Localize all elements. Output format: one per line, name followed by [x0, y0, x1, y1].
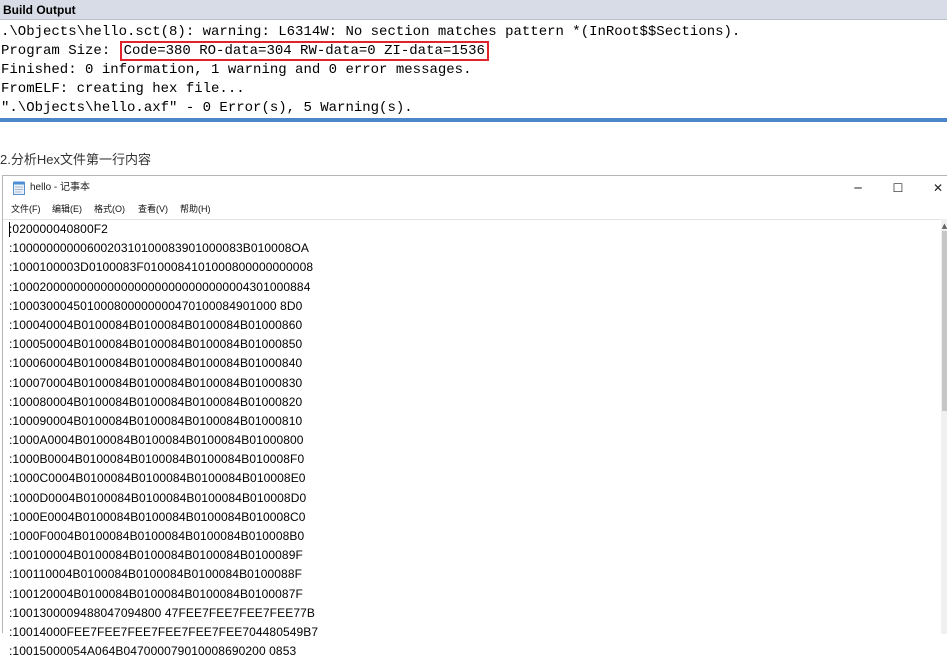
hex-line: :1000A0004B0100084B0100084B0100084B01000…	[9, 433, 304, 448]
hex-line: :100070004B0100084B0100084B0100084B01000…	[9, 375, 303, 390]
hex-line: :1000100003D0100083F01000841010008000000…	[9, 260, 314, 275]
menu-help[interactable]: 帮助(H)	[180, 203, 211, 216]
scrollbar-thumb[interactable]	[942, 231, 947, 411]
hex-line: :1000000000060020310100083901000083B0100…	[9, 241, 310, 256]
hex-line: :100030004501000800000000470100084901000…	[9, 298, 303, 313]
minimize-button[interactable]: ─	[838, 176, 878, 200]
hex-content: :020000040800F2 :100000000006002031010008…	[9, 220, 318, 661]
hex-line: :1000C0004B0100084B0100084B0100084B01000…	[9, 471, 306, 486]
program-size-highlight: Code=380 RO-data=304 RW-data=0 ZI-data=1…	[119, 41, 489, 61]
menu-edit[interactable]: 编辑(E)	[52, 203, 82, 216]
hex-line: :1000E0004B0100084B0100084B0100084B01000…	[9, 509, 306, 524]
hex-line: :100100004B0100084B0100084B0100084B01000…	[9, 548, 303, 563]
build-output-panel: Build Output .\Objects\hello.sct(8): war…	[0, 0, 947, 124]
build-log-line-program-size: Program Size: Code=380 RO-data=304 RW-da…	[0, 41, 947, 61]
hex-line: :1000B0004B0100084B0100084B0100084B01000…	[9, 452, 305, 467]
menu-view[interactable]: 查看(V)	[138, 203, 168, 216]
build-log-line: Finished: 0 information, 1 warning and 0…	[1, 62, 472, 78]
build-output-border	[0, 118, 947, 122]
hex-line: :020000040800F2	[9, 222, 108, 236]
menu-file[interactable]: 文件(F)	[11, 203, 41, 216]
build-log-line: ".\Objects\hello.axf" - 0 Error(s), 5 Wa…	[1, 100, 413, 116]
hex-line: :100080004B0100084B0100084B0100084B01000…	[9, 394, 303, 409]
maximize-button[interactable]: ☐	[878, 176, 918, 200]
notepad-text-area[interactable]: :020000040800F2 :100000000006002031010008…	[3, 219, 941, 658]
notepad-window: hello - 记事本 ─ ☐ ✕ 文件(F) 编辑(E) 格式(O) 查看(V…	[2, 175, 947, 658]
build-log-line: FromELF: creating hex file...	[1, 81, 245, 97]
notepad-titlebar[interactable]: hello - 记事本 ─ ☐ ✕	[3, 176, 947, 200]
notepad-icon	[13, 181, 25, 195]
program-size-label: Program Size:	[1, 43, 119, 59]
notepad-title: hello - 记事本	[30, 182, 91, 193]
vertical-scrollbar[interactable]: ▲	[941, 219, 947, 634]
hex-line: :100060004B0100084B0100084B0100084B01000…	[9, 356, 303, 371]
hex-line: :10015000054A064B047000079010008690200 0…	[9, 644, 297, 659]
hex-line: :100020000000000000000000000000000043010…	[9, 279, 311, 294]
hex-line: :1001300009488047094800 47FEE7FEE7FEE7FE…	[9, 605, 315, 620]
hex-line: :100050004B0100084B0100084B0100084B01000…	[9, 337, 303, 352]
notepad-menubar: 文件(F) 编辑(E) 格式(O) 查看(V) 帮助(H)	[3, 200, 947, 219]
hex-line: :100120004B0100084B0100084B0100084B01000…	[9, 586, 303, 601]
build-output-title: Build Output	[0, 0, 947, 20]
scroll-up-arrow-icon[interactable]: ▲	[941, 221, 947, 231]
menu-format[interactable]: 格式(O)	[94, 203, 125, 216]
hex-line: :1000F0004B0100084B0100084B0100084B01000…	[9, 529, 305, 543]
build-log-line: .\Objects\hello.sct(8): warning: L6314W:…	[1, 24, 741, 40]
close-button[interactable]: ✕	[918, 176, 947, 200]
hex-line: :100040004B0100084B0100084B0100084B01000…	[9, 317, 303, 332]
hex-line: :1000D0004B0100084B0100084B0100084B01000…	[9, 490, 307, 505]
hex-line: :100110004B0100084B0100084B0100084B01000…	[9, 567, 303, 582]
build-output-log: .\Objects\hello.sct(8): warning: L6314W:…	[0, 23, 947, 118]
hex-line: :100090004B0100084B0100084B0100084B01000…	[9, 413, 303, 428]
caption-text: 2.分析Hex文件第一行内容	[0, 152, 151, 167]
